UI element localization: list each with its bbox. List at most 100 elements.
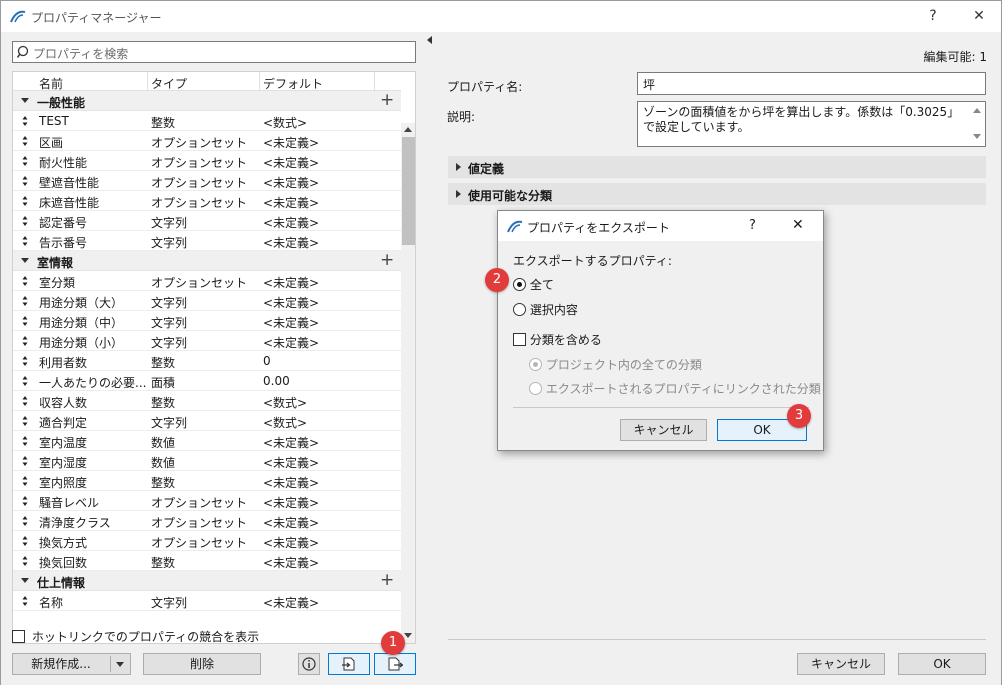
delete-button[interactable]: 削除 bbox=[143, 653, 261, 675]
table-row[interactable]: 室内照度 整数 <未定義> bbox=[13, 471, 401, 491]
drag-handle-icon[interactable] bbox=[22, 595, 28, 607]
radio-all[interactable]: 全て bbox=[513, 276, 554, 293]
table-row[interactable]: 一人あたりの必要... 面積 0.00 bbox=[13, 371, 401, 391]
collapse-left-arrow-icon[interactable] bbox=[427, 36, 432, 44]
scroll-down-arrow-icon[interactable] bbox=[404, 633, 412, 638]
table-row[interactable]: 換気回数 整数 <未定義> bbox=[13, 551, 401, 571]
collapse-arrow-icon[interactable] bbox=[21, 98, 29, 103]
drag-handle-icon[interactable] bbox=[22, 515, 28, 527]
drag-handle-icon[interactable] bbox=[22, 135, 28, 147]
radio-button[interactable] bbox=[513, 278, 526, 291]
import-button[interactable] bbox=[328, 653, 370, 675]
drag-handle-icon[interactable] bbox=[22, 195, 28, 207]
drag-handle-icon[interactable] bbox=[22, 315, 28, 327]
desc-scroll-up-icon[interactable] bbox=[973, 108, 981, 113]
drag-handle-icon[interactable] bbox=[22, 215, 28, 227]
radio-selection[interactable]: 選択内容 bbox=[513, 301, 578, 318]
help-button[interactable]: ? bbox=[919, 5, 947, 27]
export-button[interactable] bbox=[374, 653, 416, 675]
value-definition-section[interactable]: 値定義 bbox=[448, 156, 986, 178]
drag-handle-icon[interactable] bbox=[22, 155, 28, 167]
property-name-input[interactable]: 坪 bbox=[637, 72, 986, 95]
property-name: 換気方式 bbox=[39, 536, 88, 550]
drag-handle-icon[interactable] bbox=[22, 455, 28, 467]
table-row[interactable]: 室分類 オプションセット <未定義> bbox=[13, 271, 401, 291]
table-row[interactable]: 換気方式 オプションセット <未定義> bbox=[13, 531, 401, 551]
group-row[interactable]: 一般性能 + bbox=[13, 91, 401, 111]
include-classifications-checkbox[interactable]: 分類を含める bbox=[513, 331, 602, 348]
table-row[interactable]: 騒音レベル オプションセット <未定義> bbox=[13, 491, 401, 511]
checkbox-box[interactable] bbox=[513, 333, 526, 346]
column-default[interactable]: デフォルト bbox=[263, 75, 323, 92]
available-classifications-section[interactable]: 使用可能な分類 bbox=[448, 183, 986, 205]
drag-handle-icon[interactable] bbox=[22, 415, 28, 427]
drag-handle-icon[interactable] bbox=[22, 375, 28, 387]
column-name[interactable]: 名前 bbox=[39, 75, 63, 92]
table-row[interactable]: 耐火性能 オプションセット <未定義> bbox=[13, 151, 401, 171]
drag-handle-icon[interactable] bbox=[22, 295, 28, 307]
drag-handle-icon[interactable] bbox=[22, 175, 28, 187]
show-conflicts-checkbox[interactable]: ホットリンクでのプロパティの競合を表示 bbox=[12, 628, 259, 645]
add-property-icon[interactable]: + bbox=[380, 91, 394, 109]
drag-handle-icon[interactable] bbox=[22, 355, 28, 367]
dropdown-arrow-icon[interactable] bbox=[116, 662, 124, 667]
table-row[interactable]: 用途分類（小） 文字列 <未定義> bbox=[13, 331, 401, 351]
checkbox-box[interactable] bbox=[12, 630, 25, 643]
table-row[interactable]: 室内温度 数値 <未定義> bbox=[13, 431, 401, 451]
drag-handle-icon[interactable] bbox=[22, 555, 28, 567]
table-row[interactable]: 床遮音性能 オプションセット <未定義> bbox=[13, 191, 401, 211]
info-button[interactable] bbox=[298, 653, 320, 675]
dialog-close-button[interactable]: ✕ bbox=[792, 217, 804, 233]
desc-scroll-down-icon[interactable] bbox=[973, 134, 981, 139]
table-row[interactable]: 用途分類（大） 文字列 <未定義> bbox=[13, 291, 401, 311]
table-row[interactable]: 室内湿度 数値 <未定義> bbox=[13, 451, 401, 471]
property-name: 用途分類（小） bbox=[39, 336, 124, 350]
table-row[interactable]: 告示番号 文字列 <未定義> bbox=[13, 231, 401, 251]
scroll-thumb[interactable] bbox=[402, 137, 415, 245]
drag-handle-icon[interactable] bbox=[22, 115, 28, 127]
cancel-button[interactable]: キャンセル bbox=[797, 653, 885, 675]
table-row[interactable]: 清浄度クラス オプションセット <未定義> bbox=[13, 511, 401, 531]
table-row[interactable]: 区画 オプションセット <未定義> bbox=[13, 131, 401, 151]
drag-handle-icon[interactable] bbox=[22, 275, 28, 287]
add-property-icon[interactable]: + bbox=[380, 571, 394, 589]
table-row[interactable]: 用途分類（中） 文字列 <未定義> bbox=[13, 311, 401, 331]
table-row[interactable]: 名称 文字列 <未定義> bbox=[13, 591, 401, 611]
table-row[interactable]: 適合判定 文字列 <数式> bbox=[13, 411, 401, 431]
column-divider[interactable] bbox=[147, 72, 148, 91]
drag-handle-icon[interactable] bbox=[22, 235, 28, 247]
table-row[interactable]: 利用者数 整数 0 bbox=[13, 351, 401, 371]
description-input[interactable]: ゾーンの面積値をから坪を算出します。係数は「0.3025」で設定しています。 bbox=[637, 101, 986, 147]
column-divider[interactable] bbox=[374, 72, 375, 91]
table-row[interactable]: 壁遮音性能 オプションセット <未定義> bbox=[13, 171, 401, 191]
dialog-help-button[interactable]: ? bbox=[749, 218, 756, 233]
radio-button[interactable] bbox=[513, 303, 526, 316]
group-row[interactable]: 室情報 + bbox=[13, 251, 401, 271]
collapse-arrow-icon[interactable] bbox=[21, 578, 29, 583]
table-row[interactable]: TEST 整数 <数式> bbox=[13, 111, 401, 131]
column-type[interactable]: タイプ bbox=[151, 75, 187, 92]
property-type: 面積 bbox=[151, 376, 176, 390]
ok-button[interactable]: OK bbox=[898, 653, 986, 675]
drag-handle-icon[interactable] bbox=[22, 495, 28, 507]
new-button[interactable]: 新規作成... bbox=[12, 653, 131, 675]
group-row[interactable]: 仕上情報 + bbox=[13, 571, 401, 591]
drag-handle-icon[interactable] bbox=[22, 395, 28, 407]
table-row[interactable]: 認定番号 文字列 <未定義> bbox=[13, 211, 401, 231]
drag-handle-icon[interactable] bbox=[22, 475, 28, 487]
close-button[interactable]: ✕ bbox=[965, 5, 993, 27]
drag-handle-icon[interactable] bbox=[22, 335, 28, 347]
add-property-icon[interactable]: + bbox=[380, 251, 394, 269]
search-input[interactable]: プロパティを検索 bbox=[12, 41, 416, 63]
drag-handle-icon[interactable] bbox=[22, 435, 28, 447]
table-row[interactable]: 収容人数 整数 <数式> bbox=[13, 391, 401, 411]
collapse-arrow-icon[interactable] bbox=[21, 258, 29, 263]
dialog-cancel-button[interactable]: キャンセル bbox=[620, 419, 707, 441]
radio-all-label: 全て bbox=[529, 278, 554, 292]
drag-handle-icon[interactable] bbox=[22, 535, 28, 547]
vertical-scrollbar[interactable] bbox=[401, 123, 415, 643]
scroll-up-arrow-icon[interactable] bbox=[404, 127, 412, 132]
pane-splitter[interactable] bbox=[424, 32, 438, 685]
property-default: <未定義> bbox=[263, 196, 320, 210]
column-divider[interactable] bbox=[259, 72, 260, 91]
